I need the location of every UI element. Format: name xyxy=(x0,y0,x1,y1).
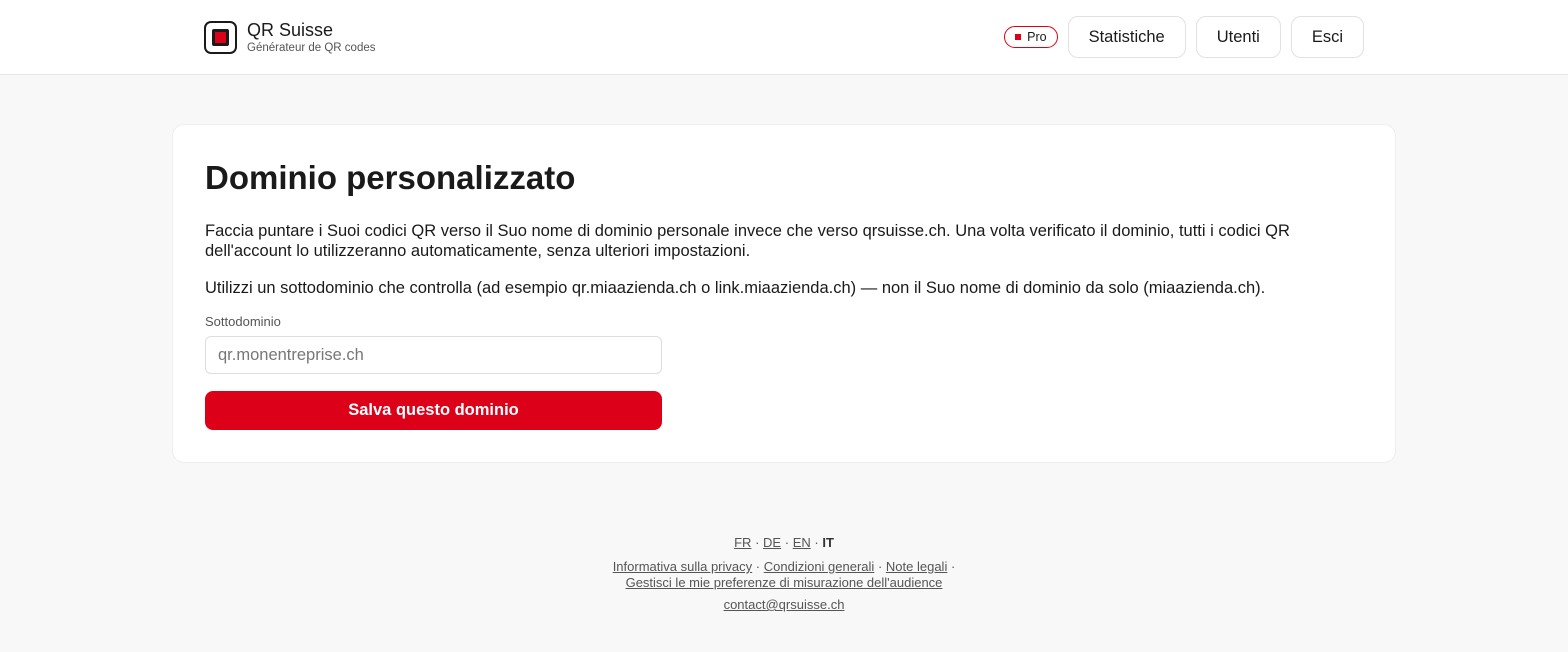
lang-en-link[interactable]: EN xyxy=(793,535,811,550)
subdomain-hint: Utilizzi un sottodominio che controlla (… xyxy=(205,279,1266,297)
brand[interactable]: QR Suisse Générateur de QR codes xyxy=(204,20,376,55)
separator: · xyxy=(814,535,819,550)
lang-it-current: IT xyxy=(822,535,834,550)
logout-button[interactable]: Esci xyxy=(1290,16,1364,58)
terms-link[interactable]: Condizioni generali xyxy=(764,559,875,574)
subdomain-label: Sottodominio xyxy=(205,314,281,329)
contact-email-link[interactable]: contact@qrsuisse.ch xyxy=(724,597,845,612)
pro-badge: Pro xyxy=(1004,26,1058,48)
separator: · xyxy=(877,559,883,574)
language-switcher: FR · DE · EN · IT xyxy=(0,535,1568,551)
header-nav: Pro Statistiche Utenti Esci xyxy=(1004,16,1364,58)
statistics-button[interactable]: Statistiche xyxy=(1067,16,1186,58)
lang-fr-link[interactable]: FR xyxy=(734,535,751,550)
separator: · xyxy=(784,535,790,550)
custom-domain-card: Dominio personalizzato Faccia puntare i … xyxy=(172,124,1396,463)
separator: · xyxy=(755,535,760,550)
footer: FR · DE · EN · IT Informativa sulla priv… xyxy=(0,535,1568,613)
save-domain-button[interactable]: Salva questo dominio xyxy=(205,391,662,430)
legal-links: Informativa sulla privacy · Condizioni g… xyxy=(0,559,1568,591)
lang-de-link[interactable]: DE xyxy=(763,535,781,550)
page-title: Dominio personalizzato xyxy=(205,159,576,196)
qr-logo-icon xyxy=(204,21,237,54)
pro-square-icon xyxy=(1015,34,1022,40)
separator: · xyxy=(950,559,956,574)
top-header: QR Suisse Générateur de QR codes Pro Sta… xyxy=(0,0,1568,75)
brand-name: QR Suisse xyxy=(247,20,334,40)
subdomain-input[interactable] xyxy=(205,336,662,374)
pro-badge-label: Pro xyxy=(1027,30,1047,44)
audience-preferences-link[interactable]: Gestisci le mie preferenze di misurazion… xyxy=(626,575,943,590)
brand-tagline: Générateur de QR codes xyxy=(247,42,376,54)
contact: contact@qrsuisse.ch xyxy=(0,597,1568,613)
privacy-link[interactable]: Informativa sulla privacy xyxy=(613,559,752,574)
legal-notes-link[interactable]: Note legali xyxy=(886,559,947,574)
brand-text: QR Suisse Générateur de QR codes xyxy=(247,20,376,55)
users-button[interactable]: Utenti xyxy=(1195,16,1281,58)
separator: · xyxy=(755,559,761,574)
description-text: Faccia puntare i Suoi codici QR verso il… xyxy=(205,222,1290,260)
